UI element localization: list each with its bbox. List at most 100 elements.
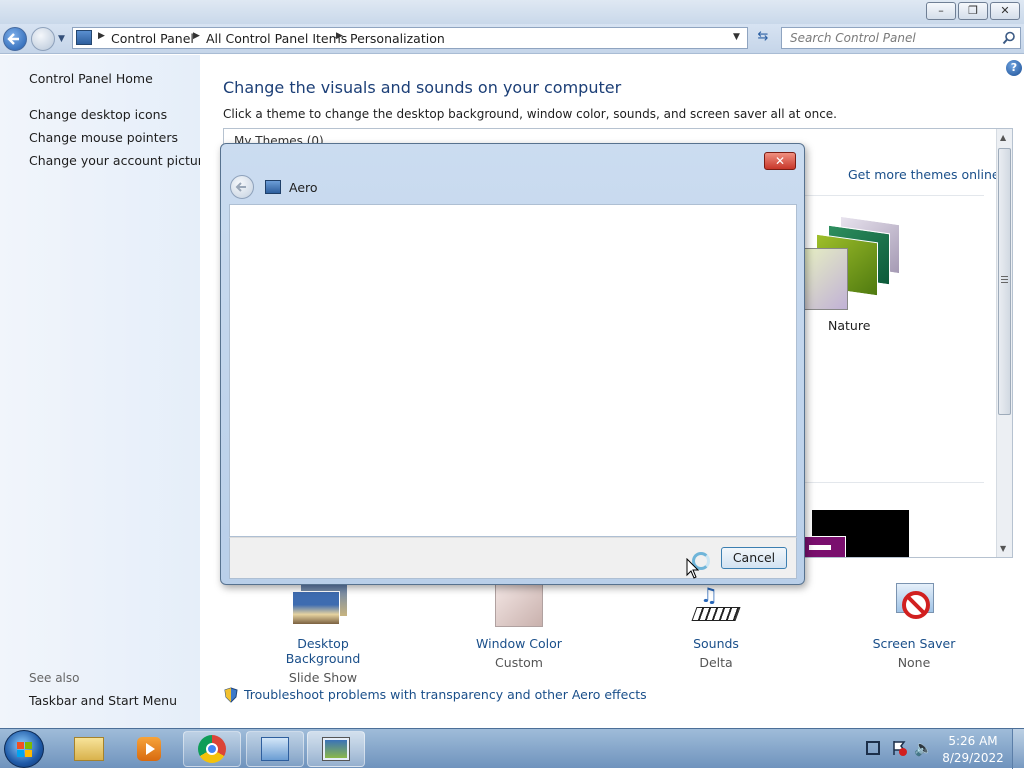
window-color-setting[interactable]: Window Color Custom — [454, 583, 584, 673]
shield-svg — [224, 687, 238, 703]
get-more-themes-link[interactable]: Get more themes online — [848, 167, 1000, 182]
play-icon — [146, 743, 155, 755]
music-icon: ♫ — [691, 583, 741, 627]
photo-front — [292, 591, 340, 625]
back-button[interactable] — [3, 27, 27, 51]
keyboard-icon — [691, 607, 741, 621]
setting-value: None — [897, 655, 931, 670]
control-panel-icon — [76, 30, 92, 45]
page-subtitle: Click a theme to change the desktop back… — [223, 107, 837, 121]
windows-logo-icon — [17, 742, 24, 749]
change-desktop-icons-link[interactable]: Change desktop icons — [29, 107, 167, 122]
change-account-picture-link[interactable]: Change your account picture — [29, 153, 210, 168]
personalization-taskbar-button[interactable] — [307, 731, 365, 767]
divider — [804, 195, 984, 196]
breadcrumb-all-items[interactable]: All Control Panel Items — [206, 31, 347, 46]
breadcrumb-personalization[interactable]: Personalization — [350, 31, 445, 46]
screensaver-icon — [890, 583, 938, 627]
color-swatch-icon — [495, 583, 543, 627]
no-symbol-icon — [902, 591, 930, 619]
dialog-close-button[interactable]: ✕ — [764, 152, 796, 170]
control-panel-icon — [261, 737, 289, 761]
shield-icon — [223, 687, 239, 703]
volume-icon[interactable]: 🔈 — [914, 739, 933, 757]
search-box[interactable]: Search Control Panel — [781, 27, 1021, 49]
explorer-taskbar-button[interactable] — [60, 731, 118, 767]
dialog-back-button[interactable] — [230, 175, 254, 199]
setting-title[interactable]: Desktop Background — [258, 636, 388, 666]
setting-value: Delta — [699, 655, 733, 670]
chrome-taskbar-button[interactable] — [183, 731, 241, 767]
desktop-background-setting[interactable]: Desktop Background Slide Show — [258, 583, 388, 685]
close-window-button[interactable]: ✕ — [990, 2, 1020, 20]
refresh-icon[interactable]: ⇆ — [753, 29, 773, 49]
cancel-button[interactable]: Cancel — [721, 547, 787, 569]
control-panel-taskbar-button[interactable] — [246, 731, 304, 767]
show-desktop-button[interactable] — [1012, 729, 1024, 769]
recent-pages-icon[interactable]: ▼ — [58, 34, 65, 44]
help-icon[interactable]: ? — [1006, 60, 1022, 76]
windows-logo-icon — [17, 750, 24, 757]
dialog-footer: Cancel — [229, 537, 797, 579]
sounds-setting[interactable]: ♫ Sounds Delta — [651, 583, 781, 673]
taskbar-start-menu-link[interactable]: Taskbar and Start Menu — [29, 693, 177, 708]
no-symbol-slash — [906, 595, 926, 615]
start-button[interactable] — [4, 730, 44, 768]
chrome-center — [206, 743, 218, 755]
scroll-thumb[interactable] — [998, 148, 1011, 415]
chrome-icon — [198, 735, 226, 763]
media-player-taskbar-button[interactable] — [120, 731, 178, 767]
breadcrumb-arrow-icon[interactable]: ▶ — [336, 31, 343, 41]
screen-saver-setting[interactable]: Screen Saver None — [849, 583, 979, 673]
taskbar: 🔈 5:26 AM 8/29/2022 — [0, 728, 1024, 769]
clock-time[interactable]: 5:26 AM — [942, 734, 1004, 748]
back-arrow-icon — [235, 182, 246, 192]
change-mouse-pointers-link[interactable]: Change mouse pointers — [29, 130, 178, 145]
see-also-label: See also — [29, 671, 80, 685]
flag-svg — [893, 741, 907, 756]
dialog-body — [229, 204, 797, 537]
breadcrumb-arrow-icon[interactable]: ▶ — [98, 31, 105, 41]
scroll-down-icon[interactable]: ▼ — [1000, 544, 1006, 553]
nature-theme[interactable]: Nature — [802, 215, 912, 333]
theme-slide — [802, 248, 848, 310]
search-icon[interactable] — [1002, 31, 1016, 45]
window-titlebar: – ❐ ✕ — [0, 0, 1024, 24]
setting-value: Custom — [495, 655, 543, 670]
breadcrumb-control-panel[interactable]: Control Panel — [111, 31, 194, 46]
address-dropdown-icon[interactable]: ▼ — [733, 32, 740, 42]
media-player-icon — [137, 737, 161, 761]
address-row: ▼ ▶ Control Panel ▶ All Control Panel It… — [0, 24, 1024, 54]
action-center-flag-icon[interactable] — [891, 740, 907, 756]
scroll-up-icon[interactable]: ▲ — [1000, 133, 1006, 142]
nature-theme-label: Nature — [828, 318, 871, 333]
windows-logo-icon — [25, 750, 32, 757]
troubleshoot-link[interactable]: Troubleshoot problems with transparency … — [244, 687, 647, 702]
page-title: Change the visuals and sounds on your co… — [223, 78, 622, 97]
address-bar[interactable]: ▶ Control Panel ▶ All Control Panel Item… — [72, 27, 748, 49]
setting-title[interactable]: Window Color — [454, 636, 584, 651]
purple-theme-thumbnail[interactable] — [802, 536, 846, 557]
network-icon[interactable] — [866, 741, 880, 755]
windows-logo-icon — [25, 742, 32, 749]
clock-date[interactable]: 8/29/2022 — [942, 751, 1004, 765]
folder-icon — [74, 737, 104, 761]
grip-line — [1001, 282, 1008, 283]
setting-title[interactable]: Sounds — [651, 636, 781, 651]
theme-bar — [809, 545, 831, 550]
mouse-cursor-icon — [686, 558, 700, 579]
breadcrumb-arrow-icon[interactable]: ▶ — [193, 31, 200, 41]
restore-button[interactable]: ❐ — [958, 2, 988, 20]
minimize-button[interactable]: – — [926, 2, 956, 20]
control-panel-home-link[interactable]: Control Panel Home — [29, 71, 153, 86]
themes-scrollbar[interactable]: ▲ ▼ — [996, 129, 1012, 557]
grip-line — [1001, 279, 1008, 280]
search-placeholder[interactable]: Search Control Panel — [790, 31, 916, 45]
setting-title[interactable]: Screen Saver — [849, 636, 979, 651]
forward-button[interactable] — [31, 27, 55, 51]
personalization-icon — [265, 180, 281, 194]
grip-line — [1001, 276, 1008, 277]
theme-apply-dialog: ✕ Aero Cancel — [220, 143, 805, 585]
personalization-icon — [322, 737, 350, 761]
setting-value: Slide Show — [288, 670, 358, 685]
